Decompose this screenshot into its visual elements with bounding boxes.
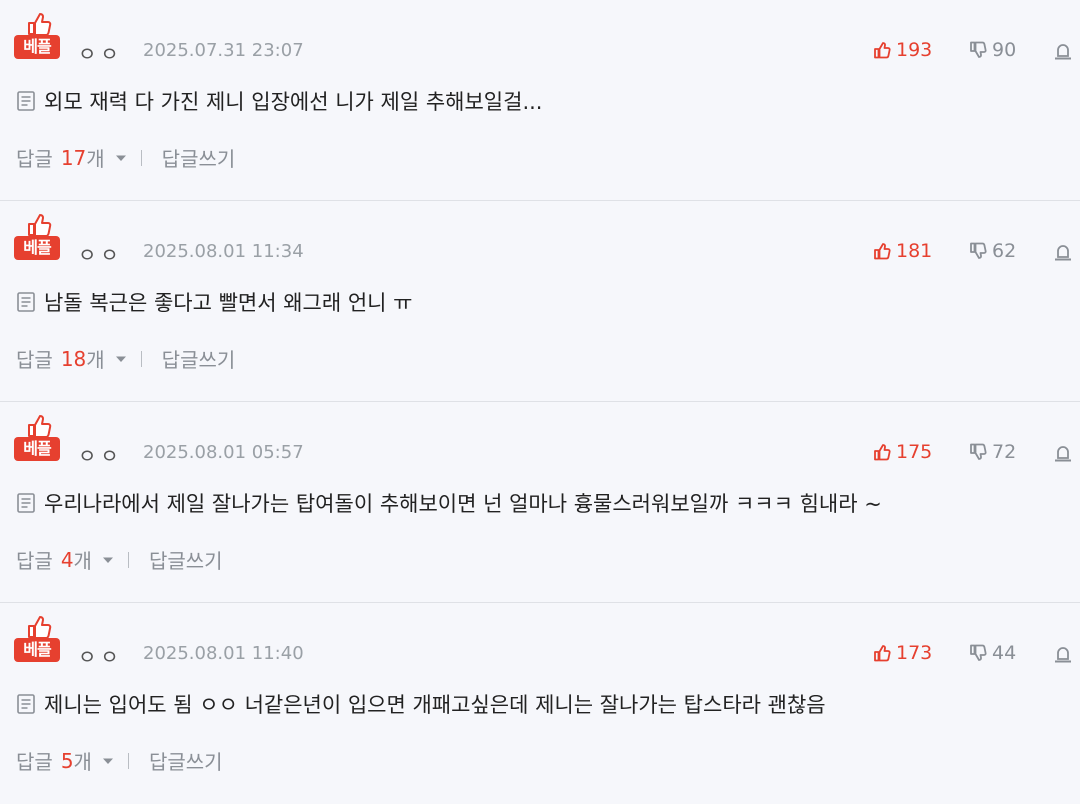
like-count: 175 (896, 441, 933, 463)
thumbs-up-icon (874, 243, 891, 260)
comment-footer: 답글 4 개 답글쓰기 (16, 545, 223, 574)
dislike-button[interactable]: 90 (969, 39, 1016, 61)
thumbs-down-icon (970, 443, 987, 460)
memo-icon (17, 694, 35, 714)
reply-unit: 개 (86, 348, 105, 372)
reply-count: 4 (60, 547, 74, 572)
comment-footer: 답글 17 개 답글쓰기 (16, 143, 235, 172)
author-name[interactable]: ㅇㅇ (78, 641, 123, 670)
dislike-count: 72 (992, 441, 1017, 463)
best-badge: 베플 (14, 615, 62, 665)
comment-body: 우리나라에서 제일 잘나가는 탑여돌이 추해보이면 넌 얼마나 흉물스러워보일까… (16, 488, 882, 518)
like-button[interactable]: 173 (873, 642, 932, 664)
thumbs-up-icon (874, 645, 891, 662)
best-label: 베플 (14, 638, 60, 662)
best-badge: 베플 (14, 414, 62, 464)
reply-toggle[interactable]: 답글 18 개 (16, 344, 141, 373)
write-reply-button[interactable]: 답글쓰기 (162, 344, 236, 373)
reply-unit: 개 (73, 750, 92, 774)
comment-list: 베플 ㅇㅇ 2025.07.31 23:07 193 90 외모 재력 다 가진… (0, 0, 1080, 804)
comment-text: 우리나라에서 제일 잘나가는 탑여돌이 추해보이면 넌 얼마나 흉물스러워보일까… (44, 492, 882, 516)
reply-label: 답글 (16, 750, 53, 774)
reply-unit: 개 (86, 147, 105, 171)
chevron-down-icon (102, 557, 113, 563)
dislike-count: 62 (992, 240, 1017, 262)
reply-count: 5 (60, 748, 74, 773)
comment-body: 외모 재력 다 가진 제니 입장에선 니가 제일 추해보일걸... (16, 86, 542, 116)
reply-unit: 개 (73, 549, 92, 573)
dislike-button[interactable]: 44 (969, 642, 1016, 664)
reply-count: 18 (60, 346, 87, 371)
like-button[interactable]: 175 (873, 441, 932, 463)
write-reply-button[interactable]: 답글쓰기 (149, 545, 223, 574)
best-label: 베플 (14, 437, 60, 461)
comment-text: 제니는 입어도 됨 ㅇㅇ 너같은년이 입으면 개패고싶은데 제니는 잘나가는 탑… (44, 693, 826, 717)
dislike-button[interactable]: 72 (969, 441, 1016, 463)
comment-body: 제니는 입어도 됨 ㅇㅇ 너같은년이 입으면 개패고싶은데 제니는 잘나가는 탑… (16, 689, 826, 719)
write-reply-button[interactable]: 답글쓰기 (149, 746, 223, 775)
thumbs-down-icon (970, 242, 987, 259)
comment-item: 베플 ㅇㅇ 2025.08.01 05:57 175 72 우리나라에서 제일 … (0, 402, 1080, 603)
chevron-down-icon (115, 155, 126, 161)
like-count: 181 (896, 240, 933, 262)
write-reply-button[interactable]: 답글쓰기 (162, 143, 236, 172)
best-label: 베플 (14, 35, 60, 59)
reply-label: 답글 (16, 147, 53, 171)
divider (127, 752, 129, 769)
comment-date: 2025.07.31 23:07 (143, 40, 304, 61)
dislike-button[interactable]: 62 (969, 240, 1016, 262)
best-badge: 베플 (14, 12, 62, 62)
comment-text: 남돌 복근은 좋다고 빨면서 왜그래 언니 ㅠ (44, 291, 413, 315)
comment-footer: 답글 5 개 답글쓰기 (16, 746, 223, 775)
divider (140, 350, 142, 367)
reply-label: 답글 (16, 549, 53, 573)
chevron-down-icon (102, 758, 113, 764)
reply-count: 17 (60, 145, 87, 170)
author-name[interactable]: ㅇㅇ (78, 38, 123, 67)
comment-item: 베플 ㅇㅇ 2025.07.31 23:07 193 90 외모 재력 다 가진… (0, 0, 1080, 201)
thumbs-up-icon (28, 616, 52, 639)
like-count: 193 (896, 39, 933, 61)
siren-icon[interactable] (1053, 41, 1073, 61)
comment-item: 베플 ㅇㅇ 2025.08.01 11:40 173 44 제니는 입어도 됨 … (0, 603, 1080, 804)
comment-date: 2025.08.01 11:40 (143, 643, 304, 664)
thumbs-down-icon (970, 41, 987, 58)
comment-body: 남돌 복근은 좋다고 빨면서 왜그래 언니 ㅠ (16, 287, 413, 317)
thumbs-up-icon (28, 214, 52, 237)
reply-toggle[interactable]: 답글 17 개 (16, 143, 141, 172)
thumbs-up-icon (874, 444, 891, 461)
best-label: 베플 (14, 236, 60, 260)
comment-text: 외모 재력 다 가진 제니 입장에선 니가 제일 추해보일걸... (44, 90, 543, 114)
dislike-count: 44 (992, 642, 1017, 664)
like-button[interactable]: 181 (873, 240, 932, 262)
chevron-down-icon (115, 356, 126, 362)
dislike-count: 90 (992, 39, 1017, 61)
comment-footer: 답글 18 개 답글쓰기 (16, 344, 235, 373)
reply-label: 답글 (16, 348, 53, 372)
thumbs-down-icon (970, 644, 987, 661)
like-button[interactable]: 193 (873, 39, 932, 61)
comment-date: 2025.08.01 11:34 (143, 241, 304, 262)
author-name[interactable]: ㅇㅇ (78, 239, 123, 268)
divider (127, 551, 129, 568)
memo-icon (17, 493, 35, 513)
thumbs-up-icon (28, 13, 52, 36)
memo-icon (17, 292, 35, 312)
like-count: 173 (896, 642, 933, 664)
best-badge: 베플 (14, 213, 62, 263)
reply-toggle[interactable]: 답글 4 개 (16, 545, 128, 574)
siren-icon[interactable] (1053, 644, 1073, 664)
thumbs-up-icon (874, 42, 891, 59)
siren-icon[interactable] (1053, 443, 1073, 463)
memo-icon (17, 91, 35, 111)
comment-item: 베플 ㅇㅇ 2025.08.01 11:34 181 62 남돌 복근은 좋다고… (0, 201, 1080, 402)
divider (140, 149, 142, 166)
author-name[interactable]: ㅇㅇ (78, 440, 123, 469)
siren-icon[interactable] (1053, 242, 1073, 262)
thumbs-up-icon (28, 415, 52, 438)
comment-date: 2025.08.01 05:57 (143, 442, 304, 463)
reply-toggle[interactable]: 답글 5 개 (16, 746, 128, 775)
